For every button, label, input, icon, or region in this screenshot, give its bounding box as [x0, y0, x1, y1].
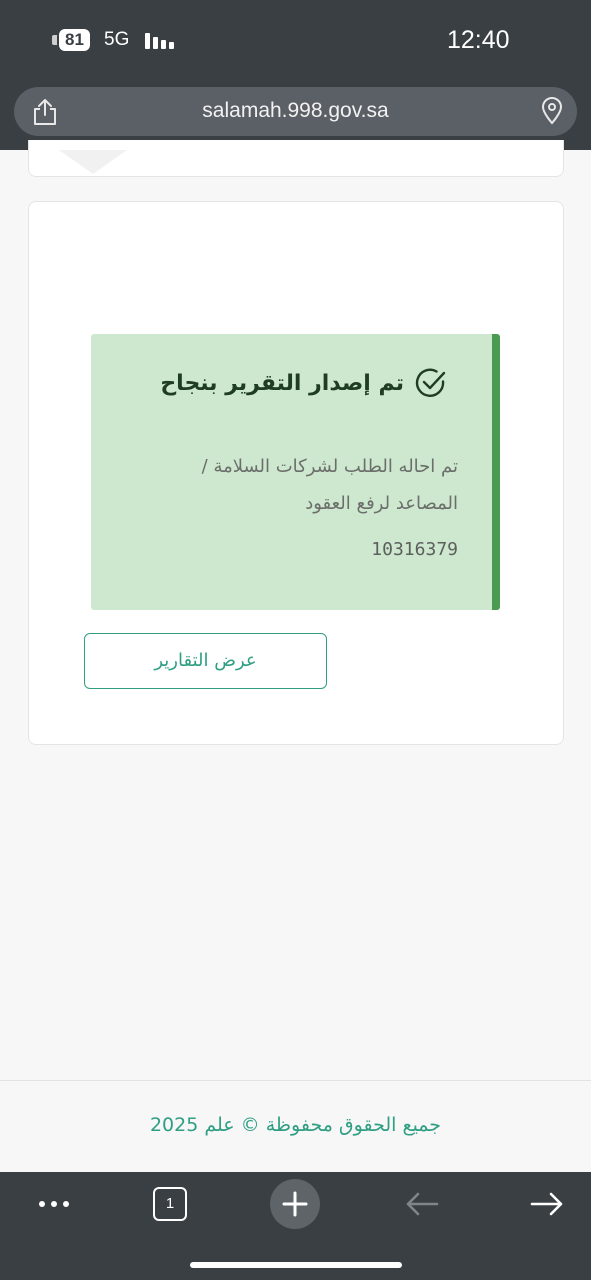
forward-arrow-icon[interactable]: [525, 1180, 569, 1228]
signal-icon: [145, 31, 175, 49]
location-pin-icon[interactable]: [541, 97, 563, 125]
reference-number: 10316379: [371, 539, 458, 560]
success-alert: تم إصدار التقرير بنجاح تم احاله الطلب لش…: [91, 334, 500, 610]
home-indicator: [190, 1262, 402, 1268]
battery-nub: [52, 35, 57, 45]
previous-card-edge: [28, 140, 564, 177]
address-bar[interactable]: salamah.998.gov.sa: [14, 87, 577, 136]
page-footer: جميع الحقوق محفوظة © علم 2025: [0, 1080, 591, 1173]
tabs-icon: 1: [153, 1187, 187, 1221]
new-tab-button[interactable]: [270, 1179, 320, 1229]
card-pointer: [59, 150, 127, 174]
alert-message: تم احاله الطلب لشركات السلامة / المصاعد …: [201, 456, 458, 514]
alert-header: تم إصدار التقرير بنجاح: [160, 366, 448, 400]
more-icon[interactable]: [30, 1180, 78, 1228]
back-arrow-icon[interactable]: [400, 1180, 444, 1228]
new-tab-icon: [270, 1179, 320, 1229]
check-circle-icon: [415, 368, 446, 397]
result-card: تم إصدار التقرير بنجاح تم احاله الطلب لش…: [28, 201, 564, 745]
battery-indicator: 81: [52, 28, 90, 52]
tabs-button[interactable]: 1: [150, 1180, 190, 1228]
url-text[interactable]: salamah.998.gov.sa: [14, 99, 577, 123]
alert-title: تم إصدار التقرير بنجاح: [160, 370, 404, 396]
copyright-text: جميع الحقوق محفوظة © علم 2025: [149, 1114, 442, 1136]
view-reports-button[interactable]: عرض التقارير: [84, 633, 327, 689]
status-time: 12:40: [447, 26, 510, 54]
battery-level: 81: [59, 29, 90, 51]
network-type: 5G: [104, 29, 130, 50]
browser-top-bar: 81 5G 12:40 salamah.998.gov.sa: [0, 0, 591, 150]
